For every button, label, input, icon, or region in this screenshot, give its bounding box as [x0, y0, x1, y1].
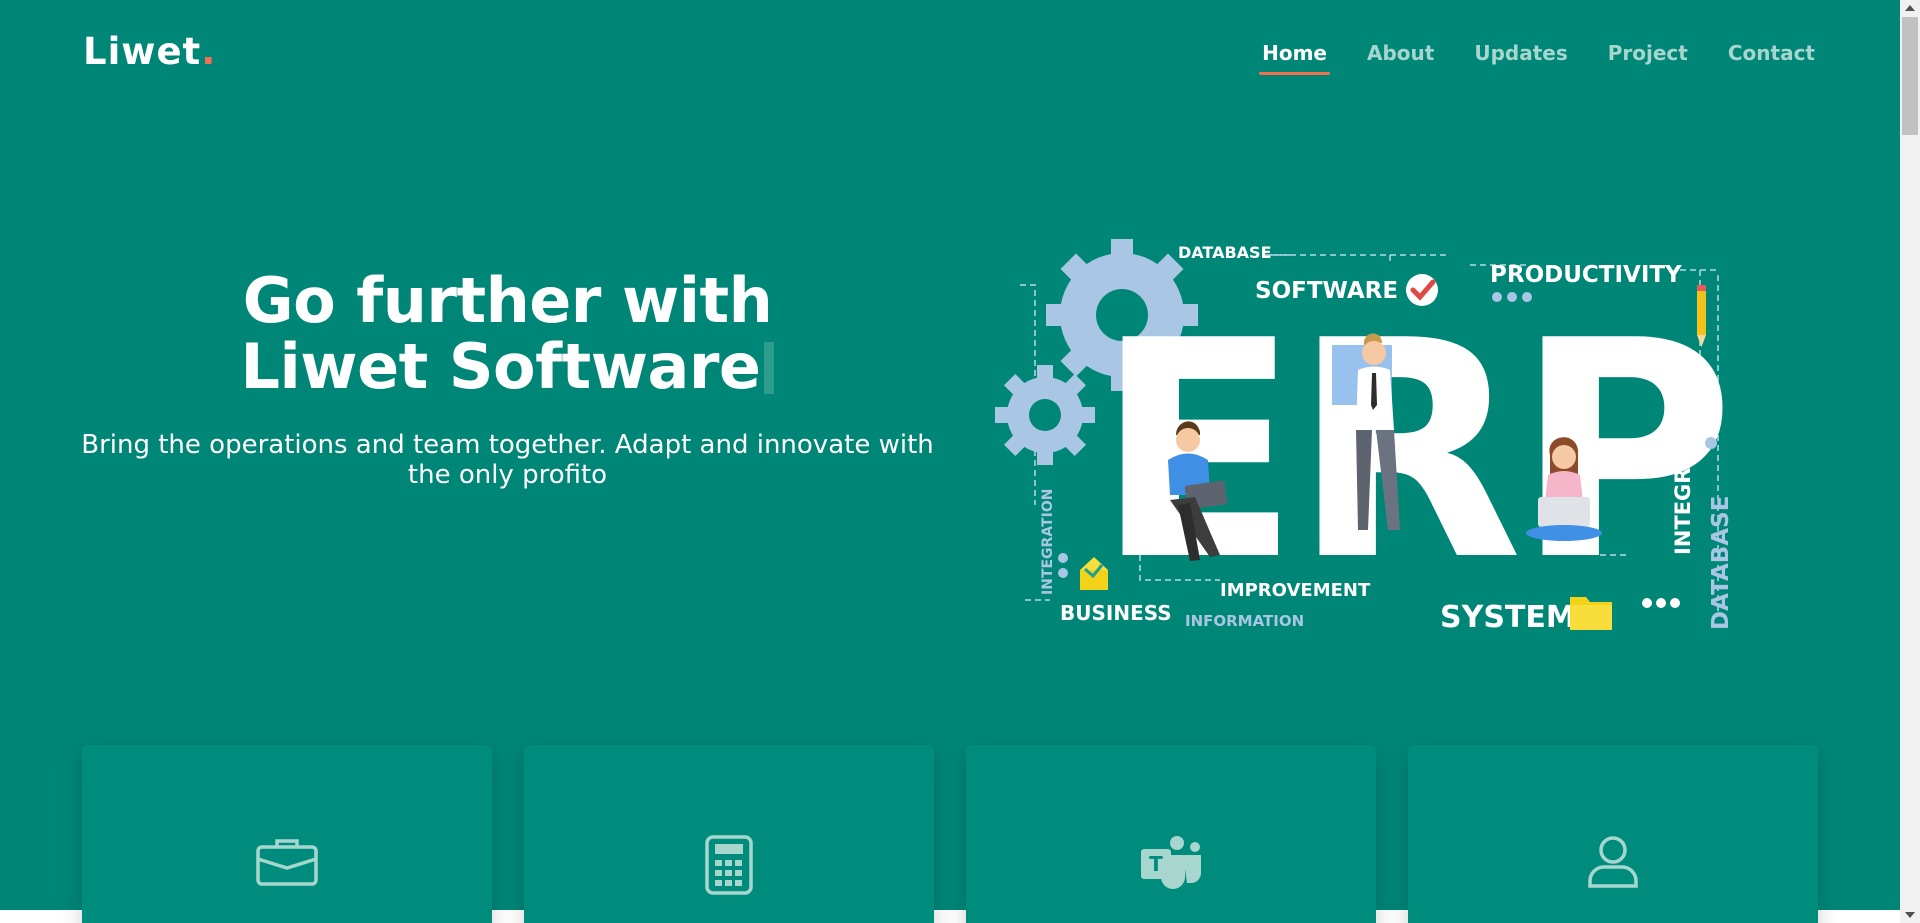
user-icon: [1588, 836, 1638, 888]
page-scrollbar[interactable]: [1900, 0, 1920, 923]
page-viewport: Liwet. Home About Updates Project Contac…: [0, 0, 1900, 923]
typing-caret: [764, 342, 775, 394]
scroll-up-arrow-icon[interactable]: [1905, 5, 1915, 11]
calculator-icon: [705, 835, 753, 895]
check-badge-icon: [1406, 274, 1438, 306]
brand-name: Liwet: [83, 30, 202, 73]
feature-card-3[interactable]: T: [966, 745, 1376, 923]
nav-project-link[interactable]: Project: [1608, 41, 1688, 73]
main-nav: Home About Updates Project Contact: [1222, 41, 1815, 75]
brand-dot: .: [201, 30, 217, 73]
pencil-icon: [1697, 285, 1706, 347]
svg-text:T: T: [1149, 852, 1163, 876]
nav-updates-link[interactable]: Updates: [1474, 41, 1567, 73]
hero-title-line-2: Liwet Software: [240, 330, 761, 403]
feature-card-4[interactable]: [1408, 745, 1818, 923]
label-integration-left: INTEGRATION: [1040, 489, 1056, 595]
label-integration: INTEGRATION: [1671, 395, 1695, 555]
label-information: INFORMATION: [1185, 612, 1304, 630]
label-productivity: PRODUCTIVITY: [1490, 262, 1682, 288]
hero-text-block: Go further with Liwet Software Bring the…: [70, 268, 945, 491]
hero-section: Liwet. Home About Updates Project Contac…: [0, 0, 1900, 923]
hero-subtitle: Bring the operations and team together. …: [81, 430, 934, 490]
scroll-thumb[interactable]: [1902, 17, 1918, 135]
hero-title-line-1: Go further with: [242, 264, 773, 337]
label-system: SYSTEM: [1440, 600, 1576, 635]
nav-home-link[interactable]: Home: [1259, 41, 1330, 75]
label-business: BUSINESS: [1060, 601, 1172, 625]
label-improvement: IMPROVEMENT: [1220, 580, 1371, 601]
dots-decoration-white: [1642, 598, 1680, 608]
gear-small-icon: [995, 365, 1095, 465]
brand-logo[interactable]: Liwet.: [83, 30, 216, 73]
nav-about-link[interactable]: About: [1367, 41, 1434, 73]
label-database: DATABASE: [1178, 243, 1272, 262]
feature-card-1[interactable]: [82, 745, 492, 923]
nav-contact-link[interactable]: Contact: [1728, 41, 1815, 73]
erp-illustration: ERP DATABASE SOFTWARE PRODUCTIVITY INTEG…: [995, 239, 1735, 635]
scroll-down-arrow-icon[interactable]: [1905, 912, 1915, 918]
hero-title: Go further with Liwet Software: [70, 268, 945, 400]
label-database-vertical: DATABASE: [1708, 496, 1734, 630]
feature-card-2[interactable]: [524, 745, 934, 923]
briefcase-icon: [256, 839, 318, 886]
teams-icon: T: [1141, 836, 1201, 889]
label-software: SOFTWARE: [1255, 278, 1398, 304]
